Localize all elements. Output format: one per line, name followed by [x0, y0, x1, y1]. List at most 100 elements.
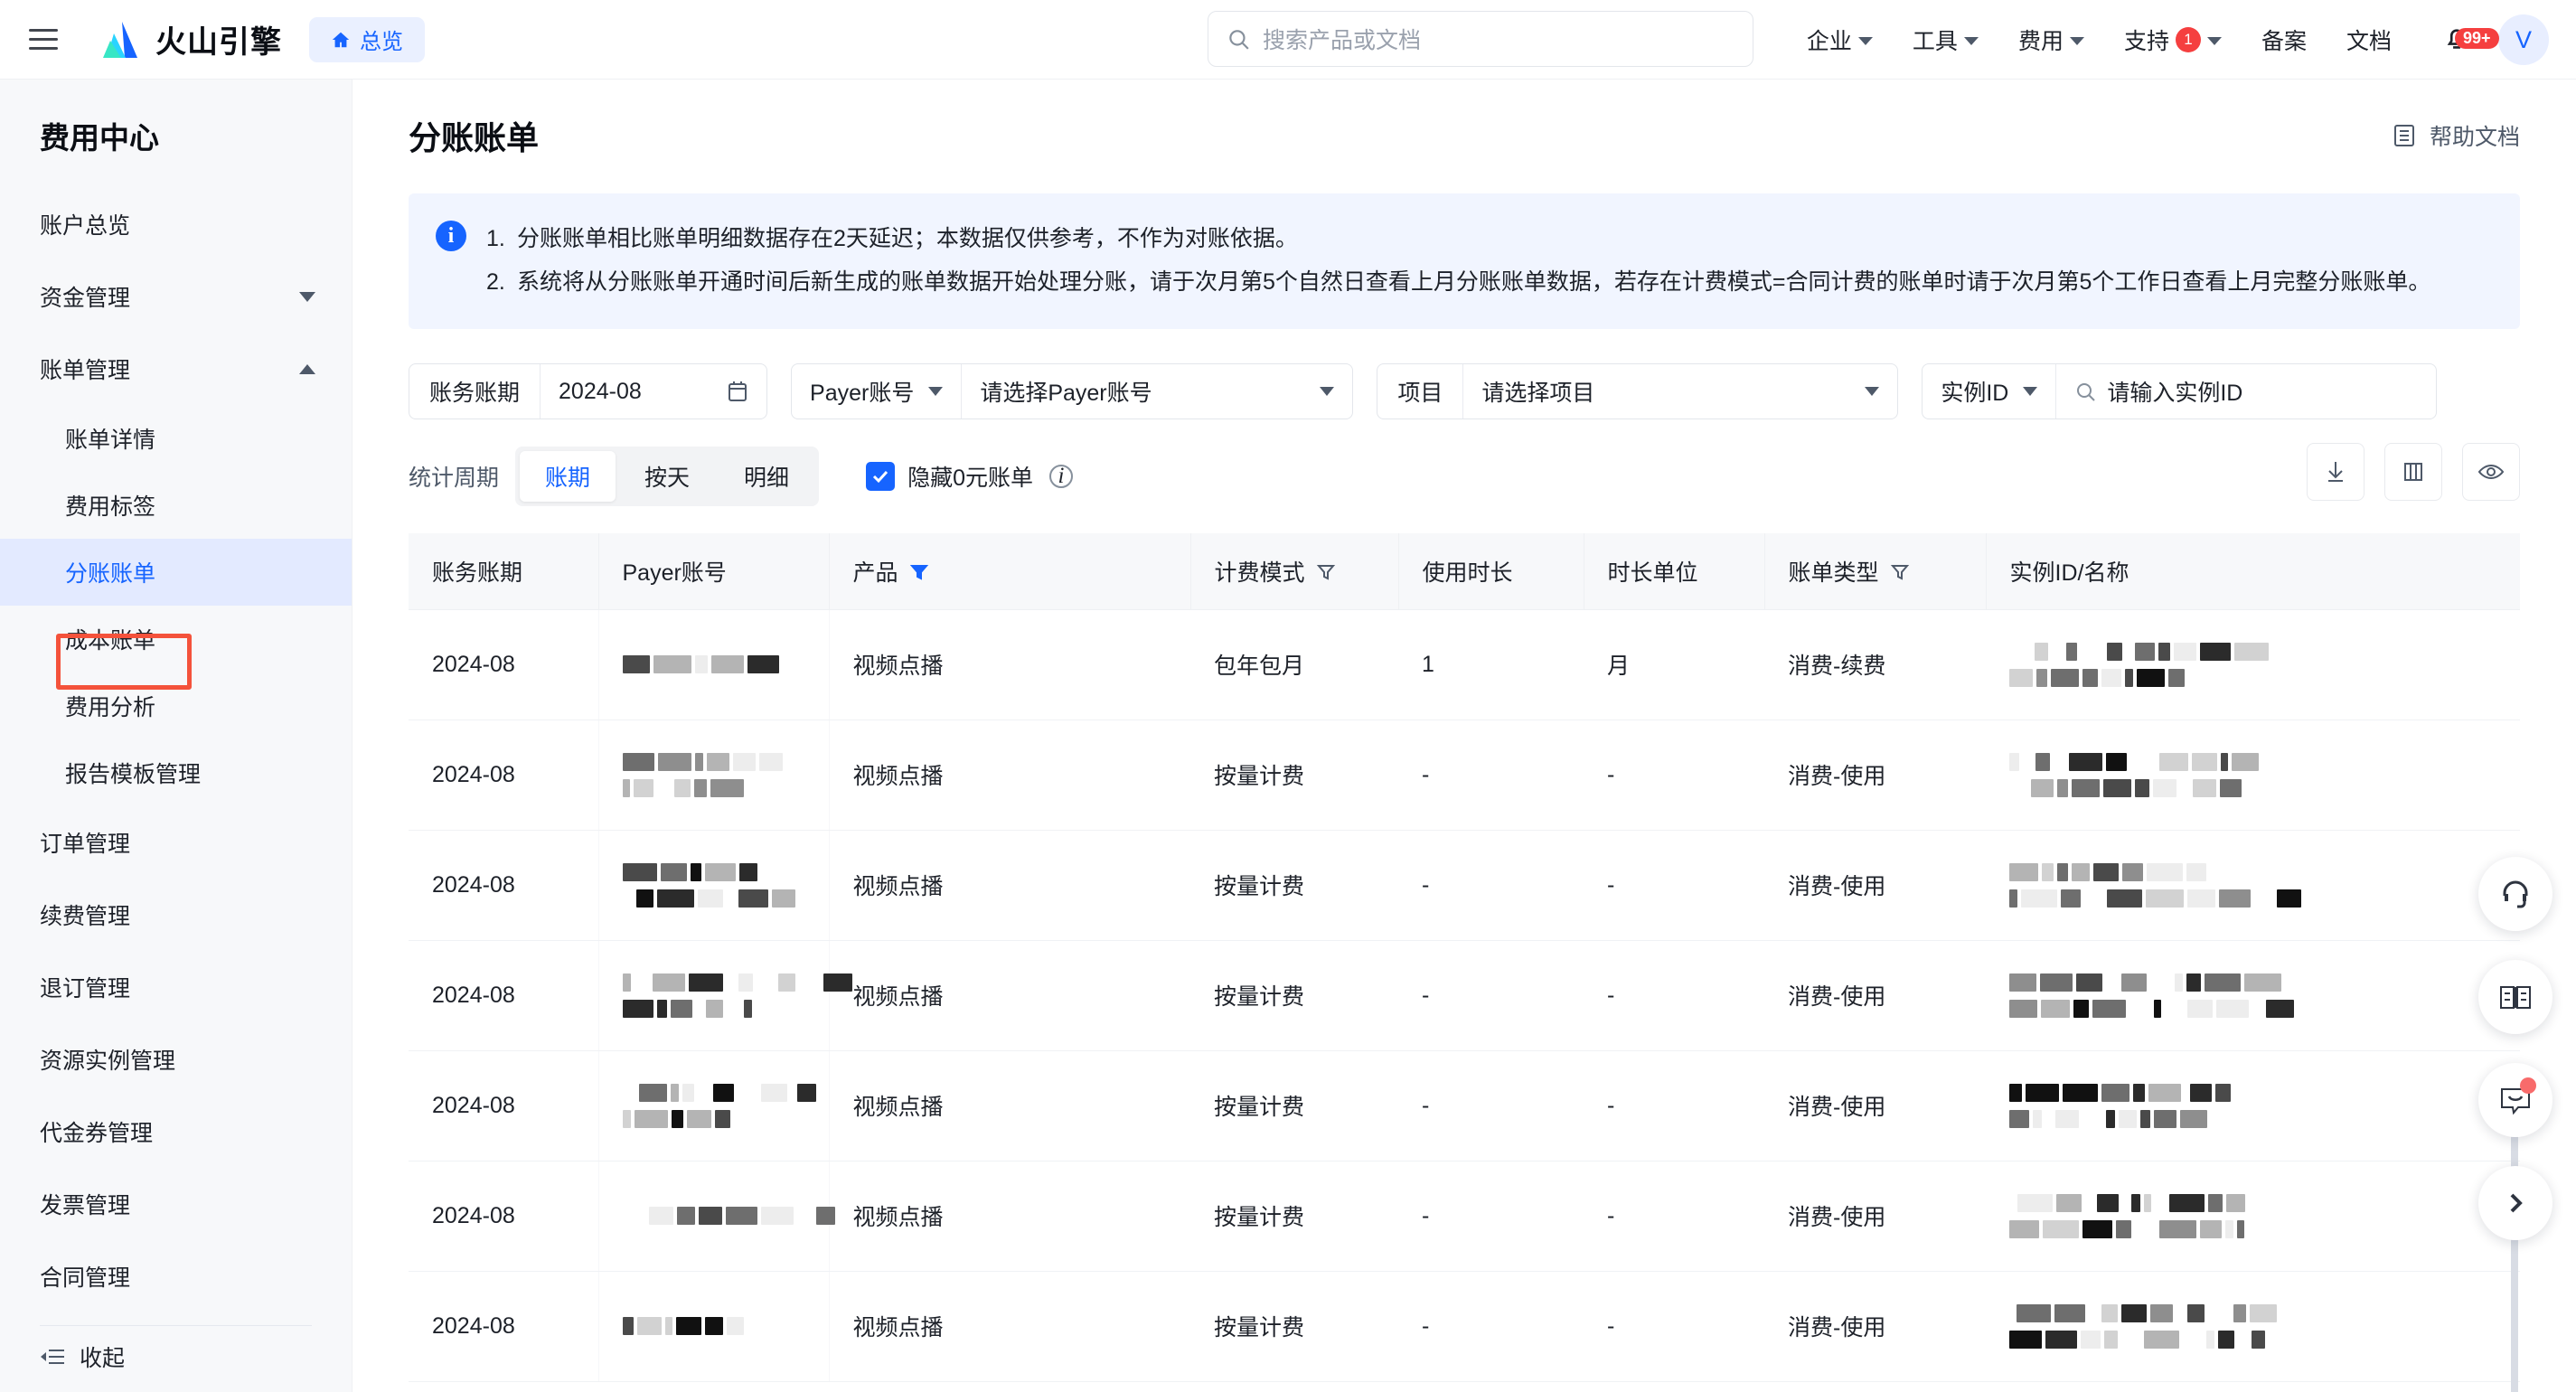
table-row[interactable]: 2024-08 视频点播 按量计费 - - 消费-使用 [409, 1161, 2520, 1272]
sidebar-item-13[interactable]: 代金券管理 [0, 1096, 352, 1168]
column-settings-button[interactable] [2384, 443, 2442, 501]
project-select[interactable]: 请选择项目 [1463, 364, 1897, 419]
sidebar-item-14[interactable]: 发票管理 [0, 1168, 352, 1240]
expand-panel-button[interactable] [2478, 1166, 2552, 1240]
table-row[interactable]: 2024-08 视频点播 按量计费 - - 消费-使用 [409, 720, 2520, 831]
nav-item-icp[interactable]: 备案 [2242, 24, 2327, 56]
overview-button[interactable]: 总览 [309, 16, 425, 62]
sidebar-item-7[interactable]: 费用分析 [0, 672, 352, 739]
nav-item-enterprise[interactable]: 企业 [1787, 24, 1893, 56]
nav-item-tools[interactable]: 工具 [1893, 24, 1998, 56]
brand-logo-link[interactable]: 火山引擎 [101, 17, 282, 61]
nav-label: 文档 [2346, 29, 2392, 54]
project-filter[interactable]: 项目 请选择项目 [1377, 363, 1899, 419]
payer-account-filter[interactable]: Payer账号 请选择Payer账号 [791, 363, 1354, 419]
billing-period-filter[interactable]: 账务账期 2024-08 [409, 363, 768, 419]
sidebar-item-5[interactable]: 分账账单 [0, 539, 352, 606]
sidebar-item-label: 发票管理 [40, 1193, 131, 1218]
table-row[interactable]: 2024-08 视频点播 按量计费 - - 消费-使用 [409, 1050, 2520, 1162]
redacted-text [622, 1109, 730, 1128]
chevron-down-icon [1865, 387, 1880, 396]
cell-product: 视频点播 [829, 1271, 1190, 1382]
page-title: 分账账单 [409, 119, 540, 156]
instance-id-filter[interactable]: 实例ID 请输入实例ID [1922, 363, 2438, 419]
cell-bill-type: 消费-使用 [1764, 1050, 1986, 1162]
cell-instance-id-name [1986, 1161, 2520, 1272]
info-tooltip-icon[interactable]: i [1048, 464, 1073, 488]
sidebar-item-12[interactable]: 资源实例管理 [0, 1023, 352, 1096]
notifications-button[interactable]: 99+ [2431, 23, 2499, 58]
help-doc-link[interactable]: 帮助文档 [2392, 119, 2520, 152]
tab-by-day[interactable]: 按天 [619, 451, 715, 502]
global-search-input[interactable]: 搜索产品或文档 [1208, 11, 1753, 67]
notice-item: 2. 系统将从分账账单开通时间后新生成的账单数据开始处理分账，请于次月第5个自然… [486, 260, 2430, 304]
column-header-payer-account[interactable]: Payer账号 [598, 533, 830, 610]
sidebar-item-4[interactable]: 费用标签 [0, 472, 352, 539]
checkbox-box[interactable] [866, 462, 896, 491]
hamburger-icon[interactable] [20, 16, 67, 63]
sidebar-item-label: 账单管理 [40, 358, 131, 383]
nav-item-docs[interactable]: 文档 [2327, 24, 2411, 56]
cell-payer-account [598, 1161, 835, 1272]
sidebar-item-label: 分账账单 [65, 561, 156, 587]
sidebar-item-10[interactable]: 续费管理 [0, 879, 352, 951]
column-header-duration-unit[interactable]: 时长单位 [1584, 533, 1765, 610]
sidebar-collapse-button[interactable]: 收起 [0, 1321, 353, 1392]
billing-period-value-wrap[interactable]: 2024-08 [541, 364, 766, 419]
column-label: 产品 [852, 560, 898, 586]
cell-bill-type: 消费-使用 [1764, 1161, 1986, 1272]
project-placeholder: 请选择项目 [1481, 381, 1595, 406]
sidebar-item-2[interactable]: 账单管理 [0, 333, 352, 405]
visibility-toggle-button[interactable] [2462, 443, 2520, 501]
redacted-instance-id [2009, 862, 2496, 908]
chevron-down-icon [2023, 387, 2038, 396]
sidebar-item-6[interactable]: 成本账单 [0, 606, 352, 672]
table-row[interactable]: 2024-08 视频点播 按量计费 - - 消费-使用 [409, 830, 2520, 941]
column-header-bill-type[interactable]: 账单类型 [1764, 533, 1987, 610]
column-header-instance-id-name[interactable]: 实例ID/名称 [1986, 533, 2520, 610]
hide-zero-bills-checkbox[interactable]: 隐藏0元账单 i [866, 460, 1073, 493]
column-header-usage-duration[interactable]: 使用时长 [1398, 533, 1584, 610]
feedback-button[interactable] [2478, 1063, 2552, 1137]
filter-icon[interactable] [1890, 562, 1910, 582]
column-header-product[interactable]: 产品 [829, 533, 1191, 610]
redacted-payer-account [622, 752, 805, 797]
support-badge: 1 [2175, 27, 2201, 52]
column-header-billing-period[interactable]: 账务账期 [409, 533, 599, 610]
table-row[interactable]: 2024-08 视频点播 包年包月 1 月消费-续费 [409, 609, 2520, 720]
instance-id-input[interactable]: 请输入实例ID [2056, 364, 2436, 419]
tab-detail[interactable]: 明细 [719, 451, 814, 502]
redacted-text [2009, 1219, 2244, 1238]
documentation-button[interactable] [2478, 960, 2552, 1034]
redacted-text [2009, 862, 2206, 881]
sidebar-item-label: 账户总览 [40, 213, 131, 239]
filter-icon[interactable] [909, 562, 929, 582]
instance-type-select[interactable]: 实例ID [1923, 364, 2055, 419]
payer-type-select[interactable]: Payer账号 [792, 364, 961, 419]
avatar[interactable]: V [2498, 14, 2549, 65]
eye-icon [2477, 464, 2505, 480]
support-headset-button[interactable] [2478, 857, 2552, 931]
sidebar-item-8[interactable]: 报告模板管理 [0, 739, 352, 806]
cell-billing-mode: 按量计费 [1190, 1161, 1398, 1272]
column-header-billing-mode[interactable]: 计费模式 [1190, 533, 1399, 610]
column-label: 使用时长 [1422, 560, 1513, 586]
sidebar-item-3[interactable]: 账单详情 [0, 405, 352, 472]
payer-account-select[interactable]: 请选择Payer账号 [962, 364, 1352, 419]
tab-period[interactable]: 账期 [520, 451, 616, 502]
table-row[interactable]: 2024-08 视频点播 按量计费 - - 消费-使用 [409, 940, 2520, 1051]
filter-icon[interactable] [1316, 562, 1336, 582]
sidebar-item-0[interactable]: 账户总览 [0, 188, 352, 260]
instance-id-placeholder: 请输入实例ID [2107, 381, 2243, 406]
sidebar-item-9[interactable]: 订单管理 [0, 806, 352, 879]
nav-item-billing[interactable]: 费用 [1998, 24, 2104, 56]
sidebar-item-1[interactable]: 资金管理 [0, 260, 352, 333]
download-button[interactable] [2307, 443, 2364, 501]
billing-period-value: 2024-08 [559, 378, 642, 404]
cell-billing-mode: 按量计费 [1190, 1271, 1398, 1382]
sidebar-item-11[interactable]: 退订管理 [0, 951, 352, 1023]
table-row[interactable]: 2024-08 视频点播 按量计费 - - 消费-使用 [409, 1271, 2520, 1382]
nav-item-support[interactable]: 支持 1 [2104, 24, 2242, 56]
chevron-down-icon [928, 387, 944, 396]
sidebar-item-15[interactable]: 合同管理 [0, 1240, 352, 1312]
